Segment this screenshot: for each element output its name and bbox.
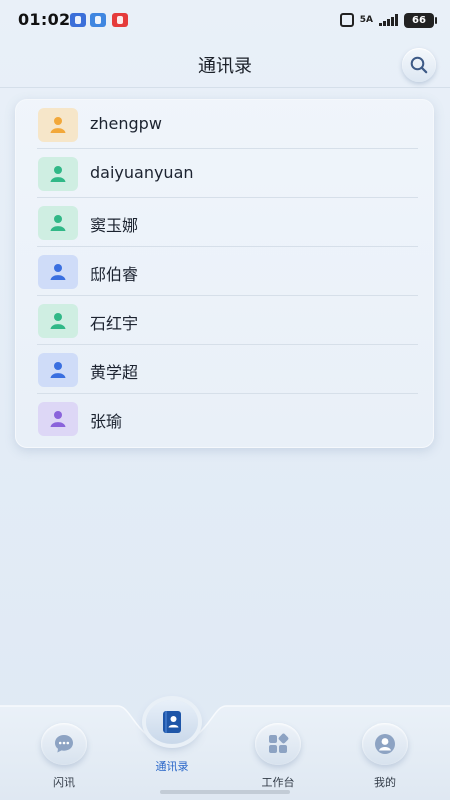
contact-item[interactable]: 窦玉娜 (37, 198, 418, 247)
page-title: 通讯录 (198, 56, 252, 77)
avatar (38, 157, 78, 191)
person-icon (50, 166, 66, 182)
bottom-nav: 闪讯 通讯录 工作台 我的 (0, 692, 450, 800)
chat-bubble-icon (55, 735, 73, 753)
nfc-icon (339, 13, 354, 27)
cast-icon (90, 13, 106, 27)
contact-name: 石红宇 (90, 314, 139, 333)
book-app-icon (112, 13, 128, 27)
header: 通讯录 (0, 40, 450, 88)
person-icon (50, 313, 66, 329)
nav-item-contacts[interactable]: 通讯录 (132, 700, 212, 774)
home-indicator[interactable] (160, 790, 290, 794)
avatar (38, 108, 78, 142)
contact-item[interactable]: 石红宇 (37, 296, 418, 345)
nav-label-contacts: 通讯录 (155, 760, 189, 773)
person-icon (50, 264, 66, 280)
signal-icon (379, 14, 398, 26)
status-time: 01:02 (18, 10, 71, 29)
status-indicators: 5A 66 (339, 11, 437, 29)
person-icon (50, 215, 66, 231)
person-icon (50, 411, 66, 427)
nav-item-workbench[interactable]: 工作台 (238, 723, 318, 790)
contacts-book-icon (163, 711, 181, 733)
person-icon (50, 362, 66, 378)
microphone-icon (70, 13, 86, 27)
search-icon (410, 56, 428, 74)
avatar (38, 206, 78, 240)
avatar (38, 402, 78, 436)
nav-label-flash: 闪讯 (53, 776, 75, 789)
contact-name: daiyuanyuan (90, 163, 194, 182)
contact-name: 窦玉娜 (90, 216, 139, 235)
person-icon (375, 734, 395, 754)
contact-name: 黄学超 (90, 363, 139, 382)
battery-icon: 66 (404, 12, 437, 28)
nav-label-mine: 我的 (374, 776, 396, 789)
contact-list-card: zhengpw daiyuanyuan 窦玉娜邸伯睿石红宇黄学超张瑜 (15, 99, 434, 448)
search-button[interactable] (402, 48, 436, 82)
nav-item-mine[interactable]: 我的 (345, 723, 425, 790)
contact-item[interactable]: 黄学超 (37, 345, 418, 394)
contact-item[interactable]: daiyuanyuan (37, 149, 418, 198)
avatar (38, 255, 78, 289)
network-type: 5A (359, 14, 373, 25)
status-bar: 01:02 5A 66 (0, 0, 450, 40)
contact-item[interactable]: 张瑜 (37, 394, 418, 443)
contact-item[interactable]: zhengpw (37, 100, 418, 149)
apps-grid-icon (269, 733, 289, 753)
nav-label-workbench: 工作台 (261, 776, 295, 789)
nav-item-flash[interactable]: 闪讯 (24, 723, 104, 790)
contact-name: zhengpw (90, 114, 162, 133)
person-icon (50, 117, 66, 133)
avatar (38, 304, 78, 338)
contact-list: zhengpw daiyuanyuan 窦玉娜邸伯睿石红宇黄学超张瑜 (16, 100, 433, 443)
contact-name: 邸伯睿 (90, 265, 139, 284)
contact-name: 张瑜 (90, 412, 123, 431)
avatar (38, 353, 78, 387)
contact-item[interactable]: 邸伯睿 (37, 247, 418, 296)
